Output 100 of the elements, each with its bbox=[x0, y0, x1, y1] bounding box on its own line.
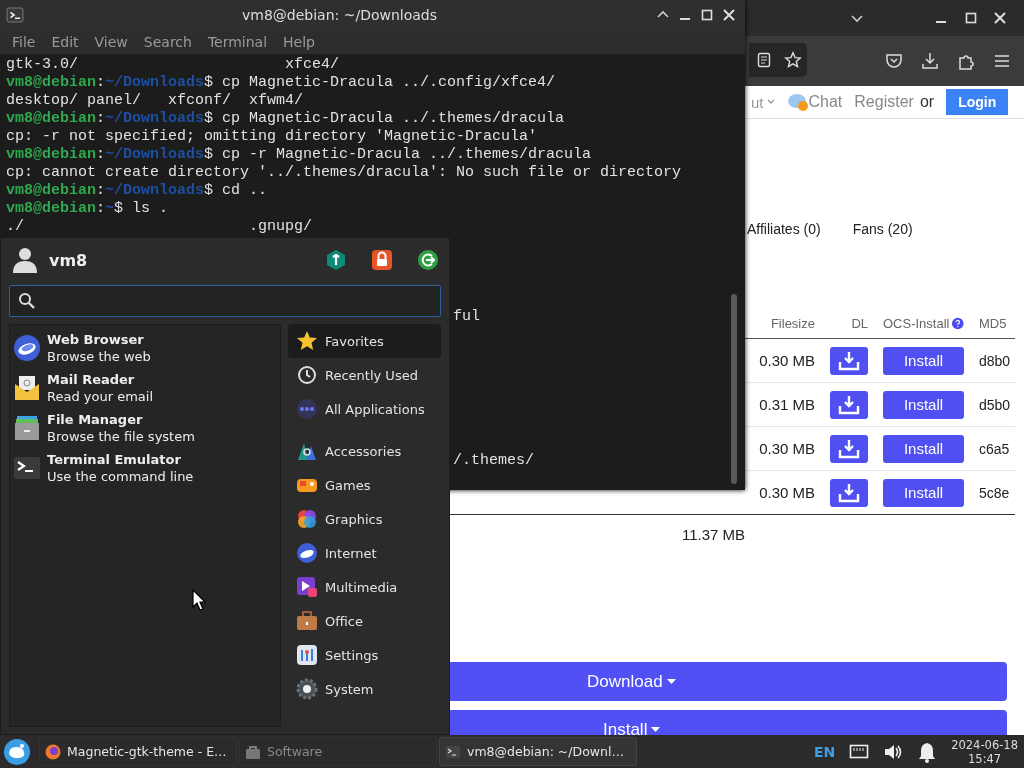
log-out-icon[interactable] bbox=[417, 249, 439, 271]
output-line: ./ .gnupg/ bbox=[6, 218, 313, 236]
app-item[interactable]: File Manager Browse the file system bbox=[10, 408, 280, 448]
bag-icon bbox=[245, 743, 261, 760]
envelope-icon bbox=[13, 374, 41, 402]
taskbar-button[interactable]: vm8@debian: ~/Downl… bbox=[439, 737, 637, 766]
total-size: 11.37 MB bbox=[682, 525, 746, 543]
close-icon[interactable] bbox=[992, 10, 1008, 26]
star-icon[interactable] bbox=[783, 51, 802, 69]
help-icon[interactable] bbox=[952, 316, 964, 331]
app-item[interactable]: Web Browser Browse the web bbox=[10, 328, 280, 368]
category-item[interactable]: Favorites bbox=[288, 324, 441, 358]
search-icon bbox=[18, 292, 36, 310]
chat-bubble-icon bbox=[786, 92, 809, 112]
terminal-icon[interactable] bbox=[6, 6, 24, 24]
network-icon[interactable] bbox=[849, 742, 870, 761]
category-item[interactable]: Graphics bbox=[288, 502, 441, 536]
caret-icon bbox=[766, 99, 775, 105]
close-icon[interactable] bbox=[721, 7, 737, 23]
star-icon bbox=[296, 330, 318, 352]
prompt-line: vm8@debian:~$ ls . bbox=[6, 200, 169, 218]
category-item[interactable]: Recently Used bbox=[288, 358, 441, 392]
column-header: Filesize bbox=[769, 316, 815, 331]
install-button[interactable]: Install bbox=[883, 346, 964, 375]
browser-icon bbox=[13, 334, 41, 362]
briefcase-icon bbox=[296, 610, 318, 632]
dots-icon bbox=[296, 398, 318, 420]
category-item[interactable]: Settings bbox=[288, 638, 441, 672]
url-bar[interactable] bbox=[749, 43, 807, 77]
menu-item[interactable]: Help bbox=[283, 34, 315, 50]
table-cell-text: 0.30 MB bbox=[758, 440, 815, 457]
menu-item[interactable]: Edit bbox=[51, 34, 79, 50]
taskbar-button[interactable]: Software bbox=[239, 737, 437, 766]
download-button[interactable] bbox=[830, 434, 868, 463]
user-icon bbox=[11, 246, 39, 274]
table-cell-text: c6a5 bbox=[979, 440, 1011, 457]
clock[interactable]: 2024-06-18 15:47 bbox=[951, 737, 1018, 766]
cursor-icon bbox=[192, 589, 206, 611]
category-item[interactable]: Games bbox=[288, 468, 441, 502]
download-button[interactable] bbox=[830, 346, 868, 375]
download-icon bbox=[838, 394, 860, 415]
maximize-icon[interactable] bbox=[963, 10, 979, 26]
category-item[interactable]: Internet bbox=[288, 536, 441, 570]
start-menu-icon[interactable] bbox=[3, 737, 31, 766]
chat-link[interactable]: Chat bbox=[786, 92, 843, 112]
category-item[interactable]: Multimedia bbox=[288, 570, 441, 604]
app-item[interactable]: Mail Reader Read your email bbox=[10, 368, 280, 408]
output-line: cp: -r not specified; omitting directory 'Magnetic-Dracula' bbox=[6, 128, 538, 146]
menu-item[interactable]: Search bbox=[143, 34, 192, 50]
keyboard-layout[interactable]: EN bbox=[813, 743, 836, 760]
volume-icon[interactable] bbox=[883, 742, 904, 761]
clock-icon bbox=[296, 364, 318, 386]
install-button[interactable]: Install bbox=[883, 478, 964, 507]
category-item[interactable]: Accessories bbox=[288, 434, 441, 468]
caret-icon bbox=[651, 726, 661, 733]
output-line: gtk-3.0/ xfce4/ bbox=[6, 56, 340, 74]
download-icon bbox=[838, 438, 860, 459]
download-button[interactable] bbox=[830, 478, 868, 507]
lock-icon[interactable] bbox=[371, 249, 393, 271]
search-field[interactable] bbox=[9, 285, 441, 317]
media-icon bbox=[296, 576, 318, 598]
prompt-line: vm8@debian:~/Downloads$ cp Magnetic-Dracula ../.config/xfce4/ bbox=[6, 74, 556, 92]
table-cell-text: 0.30 MB bbox=[758, 352, 815, 369]
download-button[interactable]: Download bbox=[450, 662, 1007, 701]
nav-text: or bbox=[919, 93, 935, 111]
terminal-icon bbox=[13, 454, 41, 482]
install-button[interactable]: Install bbox=[883, 434, 964, 463]
app-item[interactable]: Terminal Emulator Use the command line bbox=[10, 448, 280, 488]
column-header: OCS-Install bbox=[883, 316, 950, 331]
output-line: /.themes/ bbox=[453, 452, 534, 470]
prompt-line: vm8@debian:~/Downloads$ cp -r Magnetic-Dracula ../.themes/dracula bbox=[6, 146, 592, 164]
category-item[interactable]: All Applications bbox=[288, 392, 441, 426]
table-cell-text: 0.31 MB bbox=[758, 396, 815, 413]
install-button[interactable]: Install bbox=[450, 710, 1007, 735]
taskbar-button[interactable]: Magnetic-gtk-theme - E… bbox=[39, 737, 237, 766]
menu-item[interactable]: File bbox=[12, 34, 36, 50]
scrollbar[interactable] bbox=[731, 294, 737, 484]
gear-icon bbox=[296, 678, 318, 700]
category-item[interactable]: System bbox=[288, 672, 441, 706]
menu-item[interactable]: View bbox=[94, 34, 128, 50]
cabinet-icon bbox=[13, 414, 41, 442]
column-header: MD5 bbox=[979, 316, 1008, 331]
install-button[interactable]: Install bbox=[883, 390, 964, 419]
user-name: vm8 bbox=[49, 250, 89, 270]
profile-tab[interactable]: Fans (20) bbox=[852, 221, 913, 237]
menu-item[interactable]: Terminal bbox=[207, 34, 268, 50]
download-icon bbox=[838, 350, 860, 371]
download-icon[interactable] bbox=[920, 51, 940, 71]
profile-tab[interactable]: Affiliates (0) bbox=[747, 221, 821, 237]
caret-icon bbox=[666, 678, 676, 685]
pocket-icon[interactable] bbox=[884, 51, 904, 71]
prompt-line: vm8@debian:~/Downloads$ cp Magnetic-Dracula ../.themes/dracula bbox=[6, 110, 565, 128]
login-button[interactable]: Login bbox=[946, 89, 1009, 115]
download-icon bbox=[838, 482, 860, 503]
download-button[interactable] bbox=[830, 390, 868, 419]
maximize-icon[interactable] bbox=[699, 7, 715, 23]
register-link[interactable]: Register bbox=[854, 93, 914, 111]
globe-icon bbox=[296, 542, 318, 564]
category-item[interactable]: Office bbox=[288, 604, 441, 638]
bell-icon[interactable] bbox=[917, 740, 938, 763]
